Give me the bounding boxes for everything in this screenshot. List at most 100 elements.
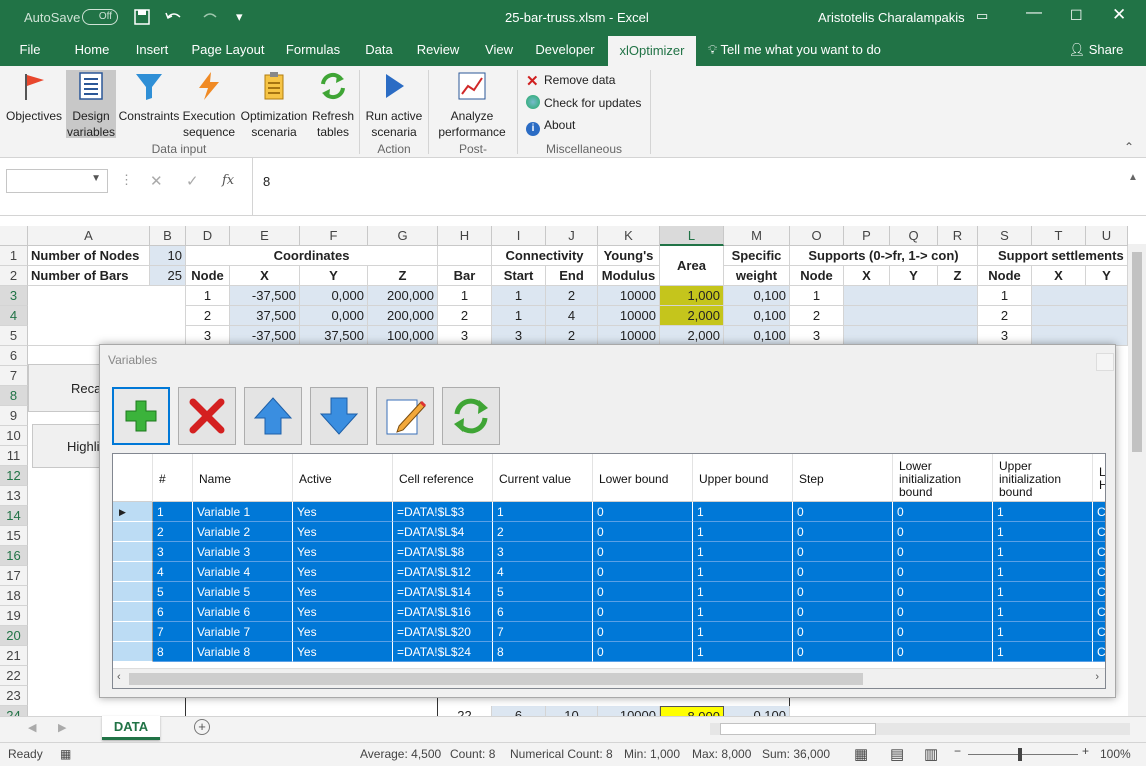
table-cell[interactable]: 0: [593, 542, 693, 562]
y-cell[interactable]: 0,000: [300, 306, 368, 326]
table-cell[interactable]: 0: [893, 622, 993, 642]
collapse-ribbon-icon[interactable]: ⌃: [1124, 140, 1134, 154]
table-cell[interactable]: 0: [793, 602, 893, 622]
table-cell[interactable]: =DATA!$L$8: [393, 542, 493, 562]
table-cell[interactable]: Cl: [1093, 582, 1105, 602]
share-button[interactable]: 👤︎ Share: [1064, 34, 1128, 66]
table-cell[interactable]: 1: [693, 562, 793, 582]
weight-cell[interactable]: 0,100: [724, 706, 790, 716]
cell[interactable]: [844, 286, 978, 306]
table-cell[interactable]: 0: [893, 522, 993, 542]
column-header[interactable]: O: [790, 226, 844, 246]
scrollbar-thumb[interactable]: [129, 673, 863, 685]
bar-header[interactable]: Bar: [438, 266, 492, 286]
table-cell[interactable]: Cl: [1093, 622, 1105, 642]
delete-variable-button[interactable]: [178, 387, 236, 445]
table-cell[interactable]: =DATA!$L$20: [393, 622, 493, 642]
design-variables-button[interactable]: Design variables: [66, 70, 116, 139]
cancel-icon[interactable]: ✕: [150, 172, 163, 190]
table-cell[interactable]: 1: [693, 642, 793, 662]
table-cell[interactable]: Cl: [1093, 602, 1105, 622]
support-node-header[interactable]: Node: [790, 266, 844, 286]
table-cell[interactable]: 0: [893, 562, 993, 582]
column-header[interactable]: E: [230, 226, 300, 246]
user-name[interactable]: Aristotelis Charalampakis: [818, 10, 965, 25]
start-cell[interactable]: 1: [492, 286, 546, 306]
table-cell[interactable]: 0: [893, 602, 993, 622]
ribbon-display-icon[interactable]: ▭: [976, 8, 988, 24]
run-active-scenaria-button[interactable]: Run active scenaria: [362, 70, 426, 140]
row-header[interactable]: 9: [0, 406, 28, 426]
customize-qat-icon[interactable]: ▾: [236, 9, 243, 25]
column-header[interactable]: Q: [890, 226, 938, 246]
row-header[interactable]: 21: [0, 646, 28, 666]
cell[interactable]: [1032, 306, 1128, 326]
end-cell[interactable]: 2: [546, 326, 598, 346]
column-header[interactable]: B: [150, 226, 186, 246]
column-header-selected[interactable]: L: [660, 226, 724, 246]
row-selector[interactable]: [113, 542, 153, 562]
normal-view-icon[interactable]: ▦: [854, 745, 868, 763]
table-cell[interactable]: 0: [793, 522, 893, 542]
tell-me-search[interactable]: 💡︎ Tell me what you want to do: [708, 34, 888, 66]
maximize-icon[interactable]: ☐: [1070, 7, 1083, 24]
table-cell[interactable]: Variable 2: [193, 522, 293, 542]
enter-icon[interactable]: ✓: [186, 172, 199, 190]
row-header[interactable]: 5: [0, 326, 28, 346]
column-header[interactable]: L H: [1093, 454, 1105, 502]
row-header[interactable]: 6: [0, 346, 28, 366]
settle-node-cell[interactable]: 1: [978, 286, 1032, 306]
area-cell[interactable]: 2,000: [660, 326, 724, 346]
weight-cell[interactable]: 0,100: [724, 306, 790, 326]
modulus-cell[interactable]: 10000: [598, 706, 660, 716]
formula-input[interactable]: 8: [252, 158, 1140, 216]
x-cell[interactable]: 37,500: [230, 306, 300, 326]
column-header[interactable]: Lower bound: [593, 454, 693, 502]
connectivity-header[interactable]: Connectivity: [492, 246, 598, 266]
analyze-performance-button[interactable]: Analyze performance: [432, 70, 512, 140]
tab-insert[interactable]: Insert: [130, 34, 174, 66]
cell[interactable]: [844, 326, 978, 346]
nodes-label[interactable]: Number of Nodes: [28, 246, 150, 266]
z-cell[interactable]: 200,000: [368, 306, 438, 326]
settle-x-header[interactable]: X: [1032, 266, 1086, 286]
sheet-horizontal-scrollbar[interactable]: [710, 723, 1130, 735]
table-cell[interactable]: Variable 4: [193, 562, 293, 582]
move-up-button[interactable]: [244, 387, 302, 445]
column-header[interactable]: Active: [293, 454, 393, 502]
table-cell[interactable]: Cl: [1093, 562, 1105, 582]
table-cell[interactable]: 0: [593, 502, 693, 522]
table-cell[interactable]: 0: [893, 542, 993, 562]
node-cell[interactable]: 1: [186, 286, 230, 306]
prev-sheet-icon[interactable]: ◀: [28, 721, 36, 734]
column-header[interactable]: G: [368, 226, 438, 246]
area-cell[interactable]: 1,000: [660, 286, 724, 306]
row-selector[interactable]: [113, 582, 153, 602]
table-cell[interactable]: Yes: [293, 542, 393, 562]
tab-xloptimizer[interactable]: xlOptimizer: [608, 36, 696, 66]
table-cell[interactable]: 1: [993, 522, 1093, 542]
scroll-right-icon[interactable]: ›: [1095, 671, 1099, 683]
optimization-scenaria-button[interactable]: Optimization scenaria: [238, 70, 310, 140]
table-cell[interactable]: 0: [893, 582, 993, 602]
table-cell[interactable]: 0: [893, 642, 993, 662]
row-header[interactable]: 13: [0, 486, 28, 506]
table-cell[interactable]: 1: [993, 542, 1093, 562]
end-header[interactable]: End: [546, 266, 598, 286]
weight-cell[interactable]: 0,100: [724, 286, 790, 306]
table-cell[interactable]: 5: [153, 582, 193, 602]
supports-header[interactable]: Supports (0->fr, 1-> con): [790, 246, 978, 266]
column-header[interactable]: P: [844, 226, 890, 246]
move-down-button[interactable]: [310, 387, 368, 445]
settle-node-cell[interactable]: 3: [978, 326, 1032, 346]
table-cell[interactable]: 1: [693, 522, 793, 542]
row-header[interactable]: 8: [0, 386, 28, 406]
refresh-variables-button[interactable]: [442, 387, 500, 445]
table-cell[interactable]: Yes: [293, 502, 393, 522]
table-cell[interactable]: 0: [793, 642, 893, 662]
insert-function-icon[interactable]: fx: [222, 173, 234, 188]
check-for-updates-button[interactable]: Check for updates: [526, 95, 641, 110]
nodes-value[interactable]: 10: [150, 246, 186, 266]
macro-record-icon[interactable]: ▦: [60, 747, 71, 761]
settlements-header[interactable]: Support settlements: [978, 246, 1128, 266]
